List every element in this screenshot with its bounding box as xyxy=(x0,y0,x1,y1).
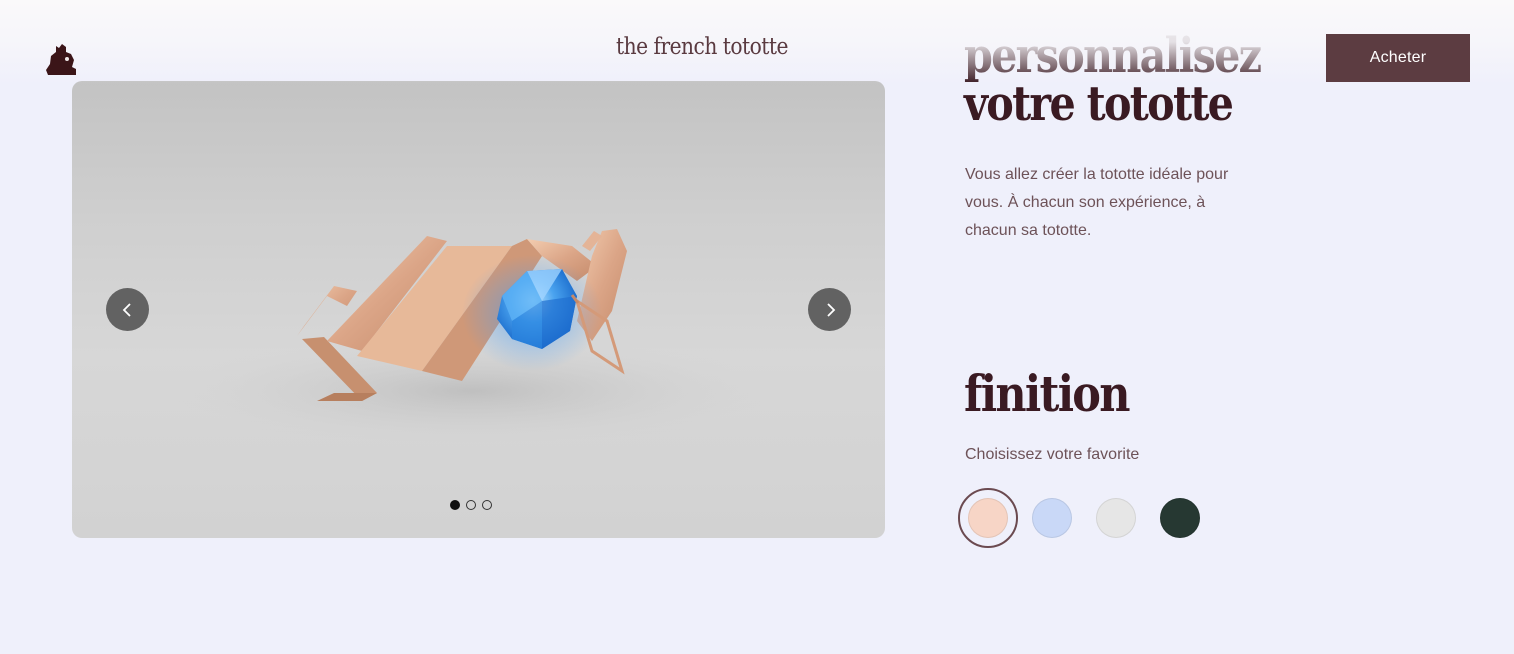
carousel-prev-button[interactable] xyxy=(106,288,149,331)
finish-swatches xyxy=(958,488,1218,548)
carousel-dot-1[interactable] xyxy=(450,500,460,510)
chevron-right-icon xyxy=(826,302,835,317)
carousel-dot-3[interactable] xyxy=(482,500,492,510)
product-carousel xyxy=(72,81,885,538)
intro-text: Vous allez créer la tototte idéale pour … xyxy=(965,166,1229,239)
title-line-2: votre tototte xyxy=(964,76,1234,132)
carousel-dots xyxy=(450,500,492,510)
title-line-1: personnalisez xyxy=(964,28,1262,84)
swatch-light-blue[interactable] xyxy=(1032,498,1072,538)
carousel-dot-2[interactable] xyxy=(466,500,476,510)
brand-name[interactable]: the french tototte xyxy=(559,34,844,60)
page: personnalisez votre tototte Vous allez c… xyxy=(0,0,1514,654)
swatch-dark-green[interactable] xyxy=(1160,498,1200,538)
finish-subtitle: Choisissez votre favorite xyxy=(965,446,1140,463)
finish-title: finition xyxy=(964,364,1131,423)
swatch-rose-gold[interactable] xyxy=(968,498,1008,538)
product-image xyxy=(172,229,772,446)
swatch-silver[interactable] xyxy=(1096,498,1136,538)
brand-logo-icon[interactable] xyxy=(44,42,80,76)
chevron-left-icon xyxy=(122,302,131,317)
buy-button[interactable]: Acheter xyxy=(1326,34,1470,82)
carousel-next-button[interactable] xyxy=(808,288,851,331)
customizer-title: personnalisez votre tototte xyxy=(964,28,1262,132)
